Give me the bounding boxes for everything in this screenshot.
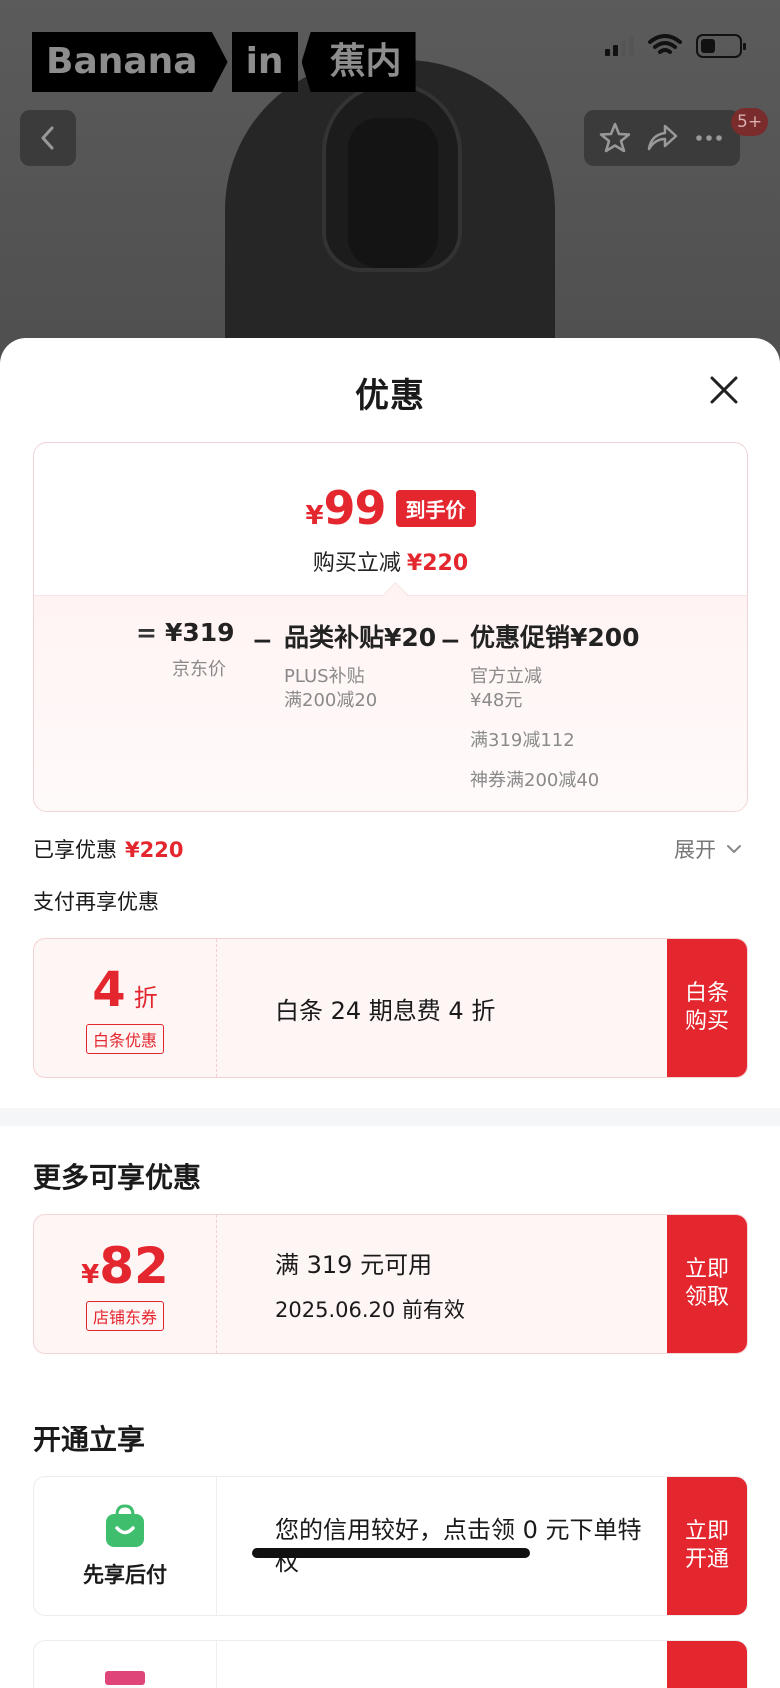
promo-sub4: 神券满200减40 (470, 770, 600, 791)
price-breakdown-card: ¥99 到手价 购买立减 ¥220 = ¥319 京东价 − 品类补贴¥20 PLU… (33, 442, 748, 812)
expand-button[interactable]: 展开 (674, 834, 742, 864)
baitiao-desc: 白条 24 期息费 4 折 (275, 996, 496, 1025)
discount-sheet: 优惠 ¥99 到手价 购买立减 ¥220 = ¥319 京东价 − 品类补贴¥2… (0, 338, 780, 1688)
shopping-bag-icon (106, 1504, 144, 1547)
paylater-desc: 您的信用较好，点击领 0 元下单特权 (275, 1516, 642, 1576)
brand-logo-part3: 蕉内 (301, 32, 416, 92)
star-icon[interactable] (598, 121, 632, 155)
minus-sign-2: − (440, 626, 461, 655)
brand-logo-part1: Banana (32, 32, 228, 92)
final-price-value: 99 (323, 481, 387, 535)
shop-coupon-expiry: 2025.06.20 前有效 (275, 1297, 465, 1322)
product-face-mask (348, 118, 438, 268)
expand-label: 展开 (674, 838, 716, 862)
baitiao-coupon: 4折 白条优惠 白条 24 期息费 4 折 白条 购买 (33, 938, 748, 1078)
baitiao-buy-button[interactable]: 白条 购买 (667, 939, 747, 1077)
cellular-signal-icon (605, 36, 634, 56)
promo-value: 优惠促销¥200 (470, 623, 640, 652)
breakdown-promo: 优惠促销¥200 官方立减 ¥48元 满319减112 神券满200减40 (470, 618, 640, 792)
final-price-tag: 到手价 (395, 489, 476, 527)
shop-coupon: ¥82 店铺东券 满 319 元可用 2025.06.20 前有效 立即 领取 (33, 1214, 748, 1354)
paylater-card: 先享后付 您的信用较好，点击领 0 元下单特权 立即 开通 (33, 1476, 748, 1616)
next-offer-card (33, 1640, 748, 1688)
shop-coupon-threshold: 满 319 元可用 (275, 1250, 433, 1279)
more-discounts-title: 更多可享优惠 (33, 1161, 202, 1194)
shop-coupon-tag: 店铺东券 (85, 1301, 164, 1331)
more-icon[interactable] (692, 121, 726, 155)
breakdown-jd-price: = ¥319 京东价 (136, 618, 235, 681)
purchase-cut-amount: ¥220 (406, 551, 469, 576)
shop-coupon-value: 82 (99, 1237, 169, 1295)
chevron-left-icon (41, 126, 54, 150)
claim-coupon-button[interactable]: 立即 领取 (667, 1215, 747, 1353)
baitiao-tag: 白条优惠 (85, 1024, 164, 1054)
baitiao-discount-unit: 折 (133, 984, 158, 1012)
shop-coupon-currency: ¥ (81, 1260, 100, 1290)
header-actions (584, 110, 740, 166)
sheet-title: 优惠 (355, 376, 425, 416)
baitiao-discount-value: 4 (92, 962, 126, 1018)
breakdown-area: = ¥319 京东价 − 品类补贴¥20 PLUS补贴 满200减20 − 优惠促… (34, 595, 747, 811)
brand-logo-part2: in (231, 32, 298, 92)
battery-icon (696, 34, 746, 58)
purchase-cut-row: 购买立减 ¥220 (34, 545, 747, 577)
subsidy-sub2: 满200减20 (284, 690, 378, 711)
home-indicator (252, 1548, 530, 1558)
close-icon[interactable] (706, 372, 742, 408)
next-offer-button[interactable] (667, 1641, 747, 1688)
enjoyed-discount: 已享优惠 ¥220 (33, 834, 183, 864)
back-button[interactable] (20, 110, 76, 166)
promo-sub3: 满319减112 (470, 730, 575, 751)
purchase-cut-label: 购买立减 (312, 551, 401, 576)
currency-symbol: ¥ (305, 501, 324, 531)
enjoyed-label: 已享优惠 (33, 838, 117, 862)
breakdown-subsidy: 品类补贴¥20 PLUS补贴 满200减20 (284, 618, 436, 712)
open-enjoy-title: 开通立享 (33, 1423, 146, 1456)
card-icon (105, 1671, 145, 1685)
share-icon[interactable] (645, 121, 679, 155)
chevron-down-icon (727, 845, 741, 853)
brand-logo: Banana in 蕉内 (32, 32, 416, 92)
promo-sub2: ¥48元 (470, 690, 523, 711)
activate-button[interactable]: 立即 开通 (667, 1477, 747, 1615)
section-divider (0, 1108, 780, 1126)
promo-sub1: 官方立减 (470, 666, 542, 687)
subsidy-sub1: PLUS补贴 (284, 666, 365, 687)
status-bar (605, 34, 746, 58)
final-price: ¥99 (305, 481, 387, 535)
minus-sign-1: − (252, 626, 273, 655)
equals-sign: = (136, 618, 157, 647)
jd-price-label: 京东价 (172, 659, 226, 680)
paylater-label: 先享后付 (83, 1563, 167, 1587)
wifi-icon (648, 34, 682, 54)
enjoyed-amount: ¥220 (125, 838, 184, 862)
subsidy-value: 品类补贴¥20 (284, 623, 437, 652)
jd-price-value: ¥319 (164, 618, 235, 647)
message-count-badge: 5+ (731, 108, 769, 136)
pay-more-label: 支付再享优惠 (33, 890, 159, 914)
